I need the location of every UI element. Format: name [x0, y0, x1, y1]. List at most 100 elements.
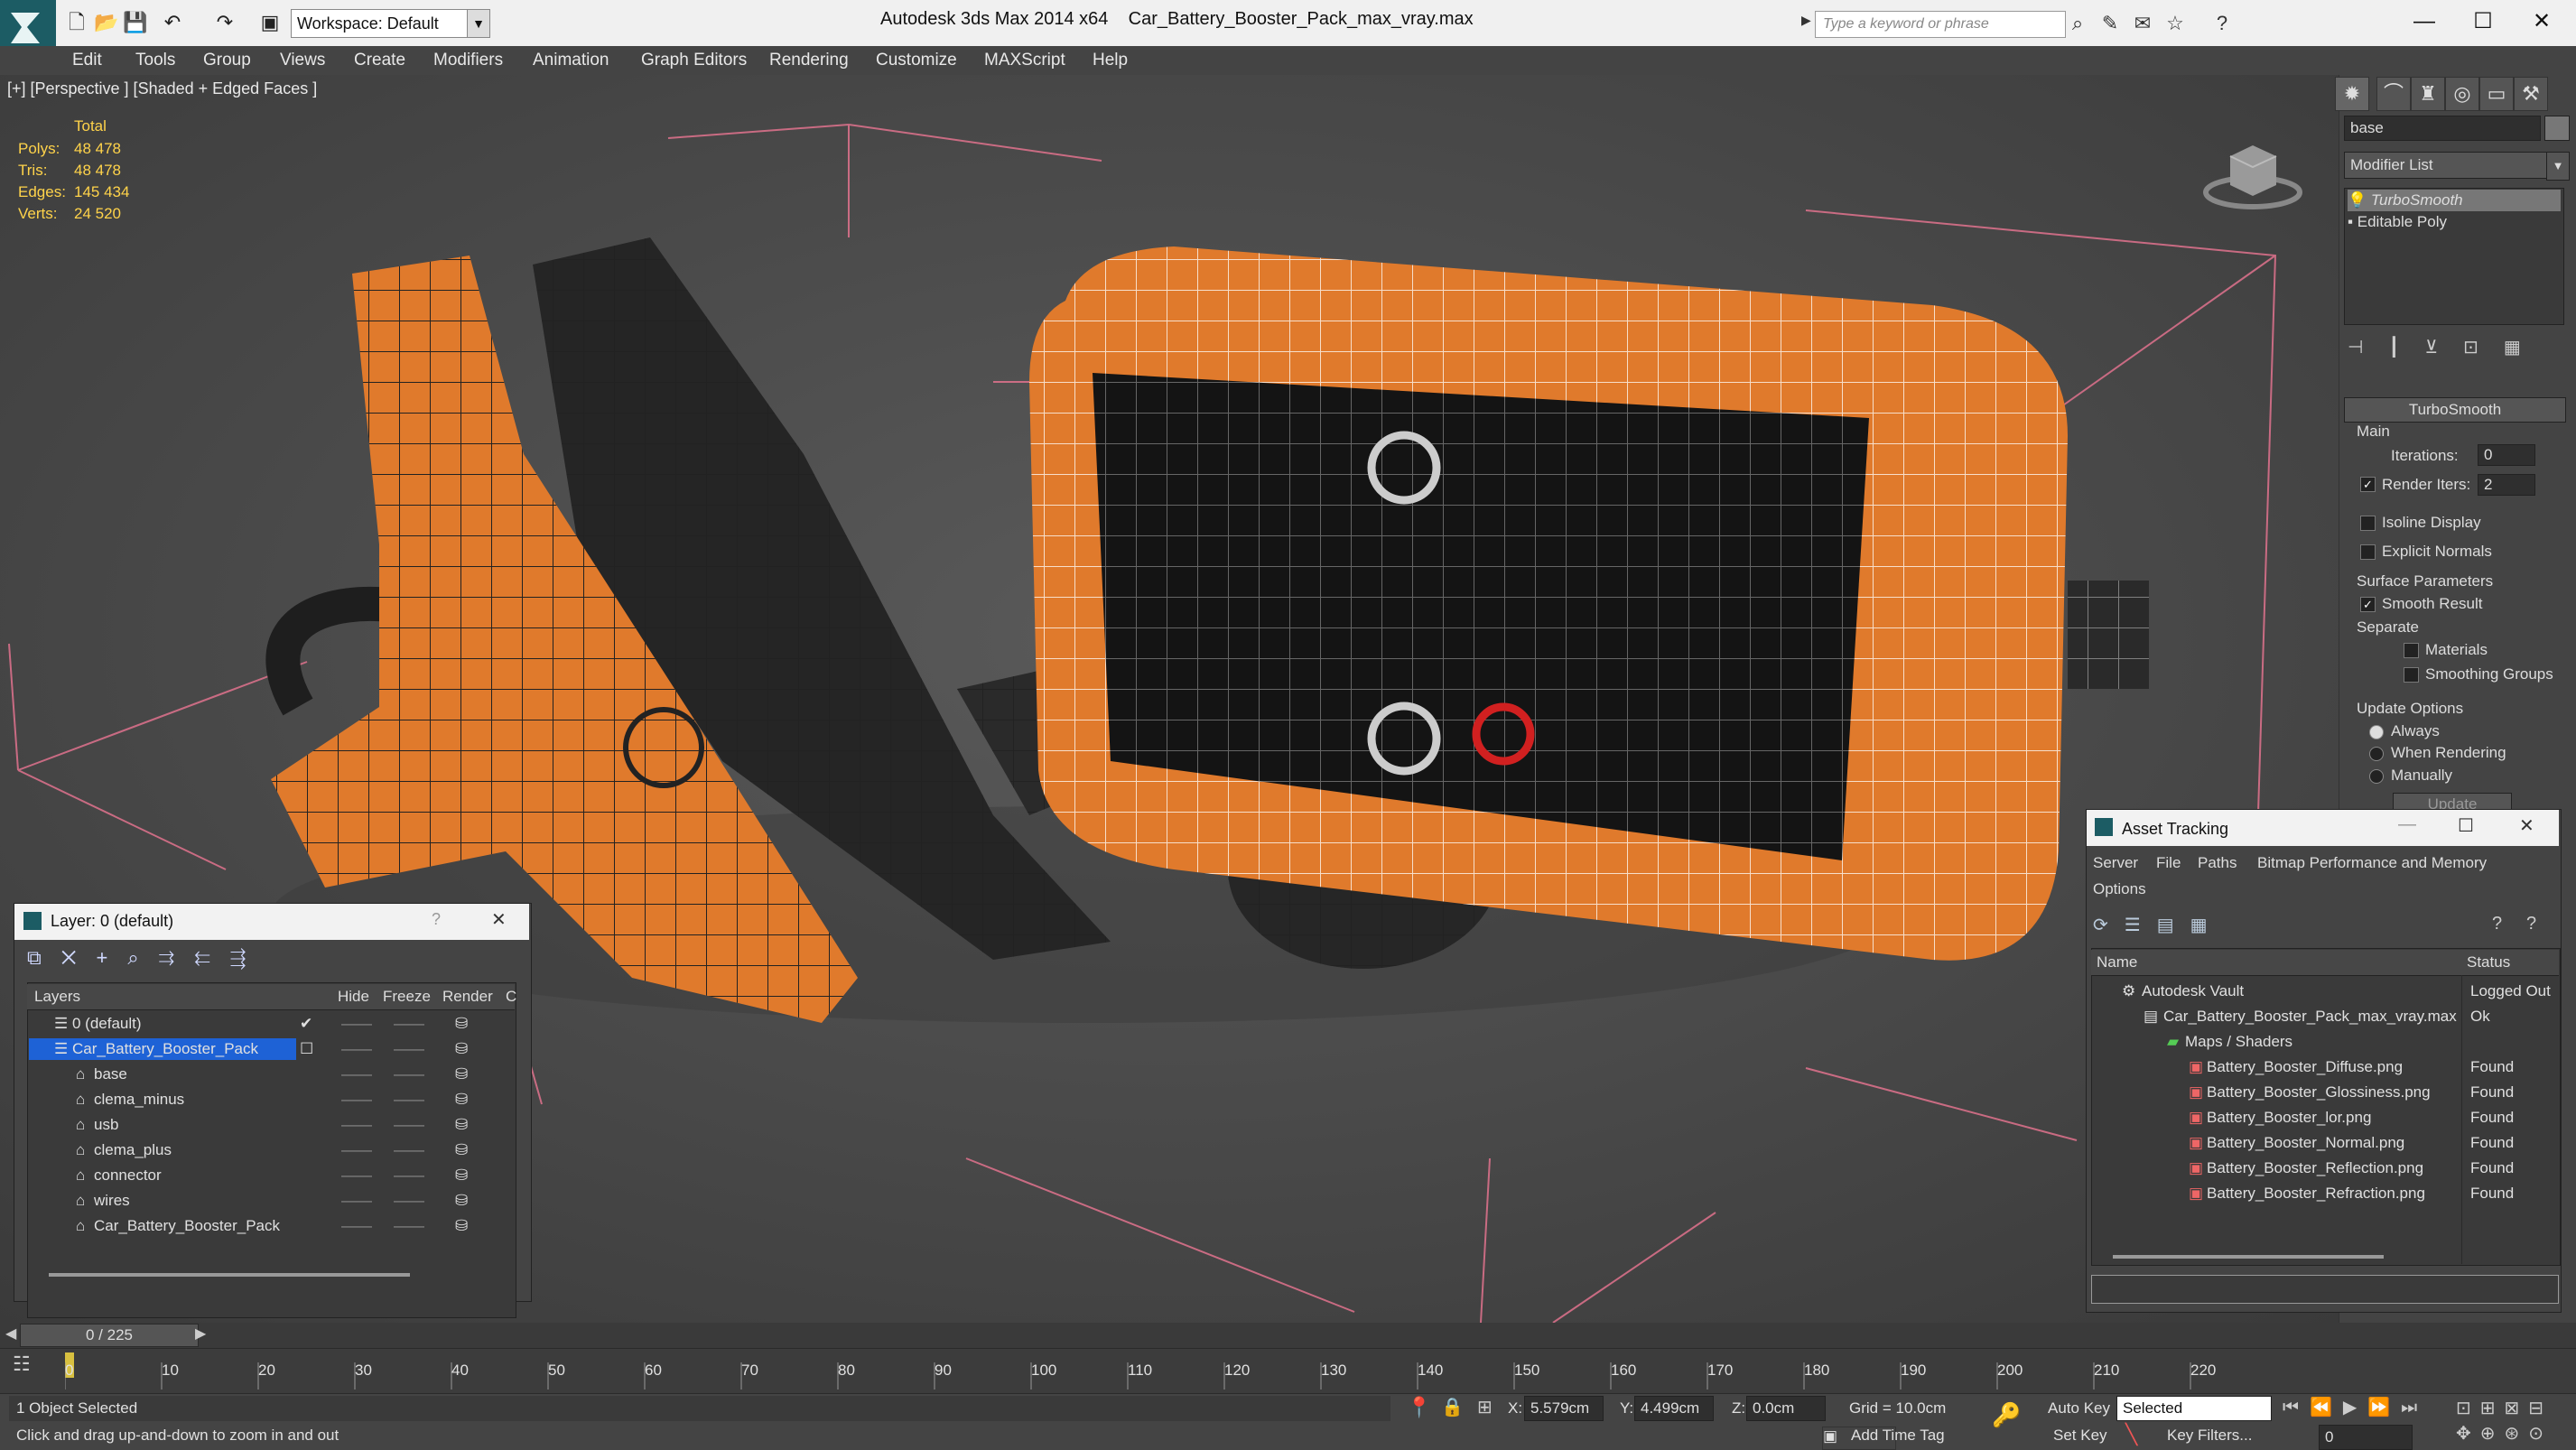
layer-scrollbar[interactable]: [49, 1273, 410, 1277]
search-input[interactable]: Type a keyword or phrase: [1815, 11, 2066, 38]
set-key-label[interactable]: Set Key: [2053, 1427, 2107, 1445]
asset-row-maps-shaders[interactable]: ▰ Maps / Shaders: [2091, 1029, 2559, 1055]
workspace-dropdown[interactable]: Workspace: Default: [291, 9, 470, 38]
save-icon[interactable]: 💾: [123, 11, 147, 34]
minimize-button[interactable]: —: [2402, 5, 2447, 38]
col-name[interactable]: Name: [2097, 953, 2137, 971]
favorites-star-icon[interactable]: ☆: [2162, 11, 2189, 36]
viewport-navigation-controls[interactable]: ⊡⊞⊠⊟ ✥⊕⊛⊙: [2456, 1396, 2573, 1446]
asset-maximize-button[interactable]: ☐: [2458, 814, 2474, 837]
asset-close-button[interactable]: ✕: [2519, 814, 2534, 837]
explicit-normals-checkbox[interactable]: [2360, 544, 2376, 560]
teapot-icon[interactable]: ⛁: [455, 1087, 468, 1112]
object-name-field[interactable]: base: [2344, 116, 2541, 141]
binoculars-icon[interactable]: ⌕: [2064, 11, 2091, 36]
asset-menu-paths[interactable]: Paths: [2198, 854, 2237, 872]
menu-rendering[interactable]: Rendering: [769, 46, 849, 75]
object-color-swatch[interactable]: [2544, 116, 2570, 141]
col-render[interactable]: Render: [442, 988, 493, 1006]
asset-row-vault[interactable]: ⚙ Autodesk Vault Logged Out: [2091, 979, 2559, 1004]
auto-key-button[interactable]: Auto Key: [2048, 1399, 2110, 1417]
viewport-label[interactable]: [+] [Perspective ] [Shaded + Edged Faces…: [7, 79, 317, 98]
turbosmooth-rollout-header[interactable]: TurboSmooth: [2344, 397, 2566, 423]
col-freeze[interactable]: Freeze: [383, 988, 431, 1006]
asset-row-normal[interactable]: ▣ Battery_Booster_Normal.png Found: [2091, 1130, 2559, 1156]
iterations-spinner[interactable]: 0: [2478, 444, 2535, 466]
teapot-icon[interactable]: ⛁: [455, 1011, 468, 1036]
layer-row-default[interactable]: ☰ 0 (default) ✔ —— —— ⛁: [27, 1011, 515, 1036]
teapot-icon[interactable]: ⛁: [455, 1213, 468, 1239]
z-coordinate-field[interactable]: 0.0cm: [1746, 1396, 1826, 1421]
isoline-checkbox[interactable]: [2360, 516, 2376, 531]
layer-close-button[interactable]: ✕: [491, 908, 507, 931]
asset-menu-server[interactable]: Server: [2093, 854, 2138, 872]
menu-tools[interactable]: Tools: [135, 46, 175, 75]
menu-views[interactable]: Views: [280, 46, 325, 75]
teapot-icon[interactable]: ⛁: [455, 1036, 468, 1062]
communication-icon[interactable]: ✉: [2129, 11, 2156, 36]
stack-item-editable-poly[interactable]: ▪ Editable Poly: [2348, 211, 2561, 233]
manually-radio[interactable]: [2369, 769, 2384, 784]
asset-minimize-button[interactable]: —: [2398, 814, 2416, 835]
menu-help[interactable]: Help: [1093, 46, 1128, 75]
utilities-tab-icon[interactable]: ⚒: [2514, 77, 2548, 111]
col-hide[interactable]: Hide: [338, 988, 369, 1006]
time-slider-track[interactable]: [0, 1323, 2576, 1348]
asset-row-refraction[interactable]: ▣ Battery_Booster_Refraction.png Found: [2091, 1181, 2559, 1206]
open-file-icon[interactable]: 📂: [94, 11, 118, 34]
asset-menu-bitmap-performance[interactable]: Bitmap Performance and Memory: [2257, 854, 2487, 872]
col-status[interactable]: Status: [2467, 953, 2510, 971]
asset-menu-file[interactable]: File: [2156, 854, 2181, 872]
teapot-icon[interactable]: ⛁: [455, 1112, 468, 1138]
chevron-down-icon[interactable]: ▼: [2546, 152, 2570, 181]
layer-row-clema-plus[interactable]: ⌂ clema_plus —— —— ⛁: [27, 1138, 515, 1163]
selection-set-dropdown[interactable]: Selected: [2116, 1396, 2272, 1421]
modifier-list-dropdown[interactable]: Modifier List: [2344, 152, 2552, 179]
close-button[interactable]: ✕: [2519, 5, 2564, 38]
lightbulb-icon[interactable]: 💡: [2348, 191, 2367, 209]
asset-menu-options[interactable]: Options: [2093, 880, 2146, 898]
asset-row-ior[interactable]: ▣ Battery_Booster_lor.png Found: [2091, 1105, 2559, 1130]
motion-tab-icon[interactable]: ◎: [2445, 77, 2479, 111]
playback-controls[interactable]: ⏮⏪▶⏩⏭: [2283, 1396, 2463, 1421]
lock-icon[interactable]: 🔒: [1441, 1396, 1464, 1418]
subscription-icon[interactable]: ✎: [2097, 11, 2124, 36]
maximize-button[interactable]: ☐: [2460, 5, 2506, 38]
stack-item-turbosmooth[interactable]: 💡 TurboSmooth: [2348, 190, 2561, 211]
key-icon[interactable]: 🔑: [1992, 1401, 2021, 1429]
display-tab-icon[interactable]: ▭: [2479, 77, 2514, 111]
layer-row-clema-minus[interactable]: ⌂ clema_minus —— —— ⛁: [27, 1087, 515, 1112]
menu-animation[interactable]: Animation: [533, 46, 609, 75]
asset-row-diffuse[interactable]: ▣ Battery_Booster_Diffuse.png Found: [2091, 1055, 2559, 1080]
undo-icon[interactable]: ↶: [161, 11, 184, 34]
menu-modifiers[interactable]: Modifiers: [433, 46, 503, 75]
menu-maxscript[interactable]: MAXScript: [984, 46, 1065, 75]
col-layers[interactable]: Layers: [34, 988, 80, 1006]
when-rendering-radio[interactable]: [2369, 747, 2384, 761]
active-check-icon[interactable]: ✔: [300, 1011, 312, 1036]
isolate-pin-icon[interactable]: 📍: [1407, 1396, 1431, 1419]
key-filters-button[interactable]: Key Filters...: [2167, 1427, 2252, 1445]
chevron-down-icon[interactable]: ▼: [467, 9, 490, 38]
stack-tools-row[interactable]: ⊣┃⊻⊡▦: [2348, 336, 2564, 363]
modify-tab-icon[interactable]: ⌒: [2376, 77, 2411, 111]
time-slider-next-icon[interactable]: ▶: [195, 1325, 206, 1343]
teapot-icon[interactable]: ⛁: [455, 1062, 468, 1087]
materials-checkbox[interactable]: [2404, 643, 2419, 658]
redo-icon[interactable]: ↷: [213, 11, 237, 34]
y-coordinate-field[interactable]: 4.499cm: [1634, 1396, 1714, 1421]
help-icon[interactable]: ?: [2492, 914, 2502, 934]
mini-curve-editor-icon[interactable]: ☷: [13, 1352, 31, 1376]
active-box-icon[interactable]: ☐: [300, 1036, 313, 1062]
menu-group[interactable]: Group: [203, 46, 251, 75]
time-slider-thumb[interactable]: 0 / 225: [20, 1324, 199, 1347]
layer-row-car-battery-booster-pack-object[interactable]: ⌂ Car_Battery_Booster_Pack —— —— ⛁: [27, 1213, 515, 1239]
asset-row-max-file[interactable]: ▤ Car_Battery_Booster_Pack_max_vray.max …: [2091, 1004, 2559, 1029]
current-frame-field[interactable]: 0: [2319, 1425, 2413, 1450]
always-radio[interactable]: [2369, 725, 2384, 739]
teapot-icon[interactable]: ⛁: [455, 1138, 468, 1163]
menu-customize[interactable]: Customize: [876, 46, 957, 75]
layer-row-usb[interactable]: ⌂ usb —— —— ⛁: [27, 1112, 515, 1138]
render-iters-checkbox[interactable]: ✓: [2360, 477, 2376, 492]
project-folder-icon[interactable]: ▣: [258, 11, 282, 34]
